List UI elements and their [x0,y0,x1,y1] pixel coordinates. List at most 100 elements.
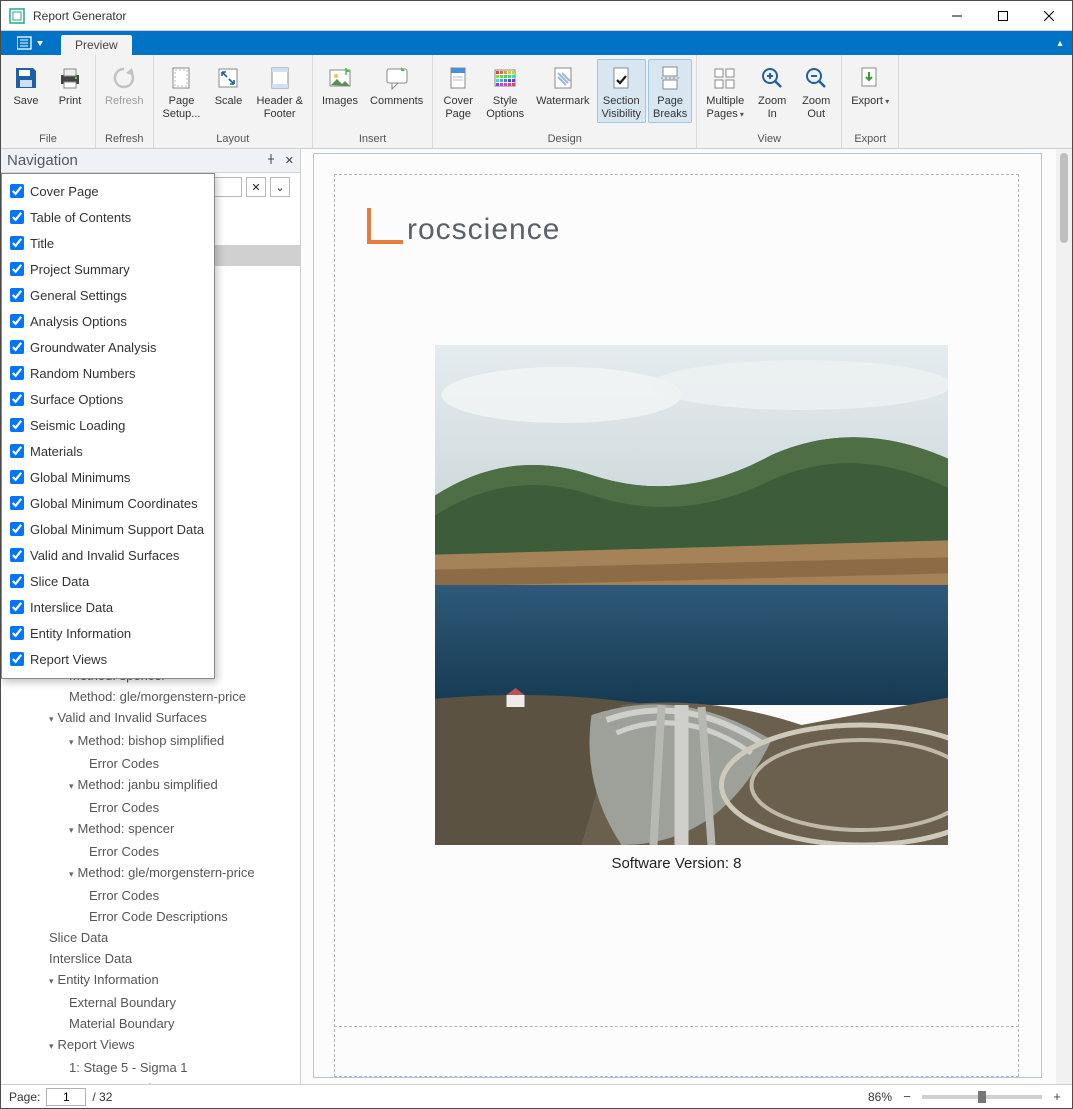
visibility-checkbox[interactable] [10,236,24,250]
collapse-ribbon-icon[interactable]: ▴ [1048,31,1072,55]
visibility-checkbox[interactable] [10,288,24,302]
scale-label: Scale [215,95,243,108]
images-button[interactable]: Images [317,59,363,111]
visibility-checkbox[interactable] [10,574,24,588]
visibility-checkbox[interactable] [10,366,24,380]
visibility-check-item[interactable]: Groundwater Analysis [10,334,204,360]
visibility-checkbox[interactable] [10,626,24,640]
visibility-checkbox[interactable] [10,262,24,276]
nav-tree-item[interactable]: External Boundary [29,992,300,1013]
minimize-button[interactable] [934,1,980,31]
zoom-out-button[interactable]: − [900,1089,914,1104]
nav-tree-item[interactable]: Entity Information [29,969,300,992]
visibility-checkbox[interactable] [10,444,24,458]
nav-tree-item[interactable]: Error Codes [29,885,300,906]
visibility-check-item[interactable]: Interslice Data [10,594,204,620]
visibility-check-item[interactable]: General Settings [10,282,204,308]
visibility-check-label: Cover Page [30,184,99,199]
visibility-check-item[interactable]: Global Minimum Coordinates [10,490,204,516]
zoom-in-button[interactable]: + [1050,1089,1064,1104]
nav-tree-item[interactable]: Method: janbu simplified [29,774,300,797]
visibility-check-item[interactable]: Global Minimums [10,464,204,490]
nav-tree-item[interactable]: Error Codes [29,841,300,862]
maximize-button[interactable] [980,1,1026,31]
save-button[interactable]: Save [5,59,47,111]
file-menu-icon[interactable] [1,31,61,55]
nav-tree-item[interactable]: Error Codes [29,753,300,774]
nav-tree-item[interactable]: 1: Stage 5 - Sigma 1 [29,1057,300,1078]
visibility-checkbox[interactable] [10,522,24,536]
visibility-checkbox[interactable] [10,652,24,666]
nav-tree-item[interactable]: Method: gle/morgenstern-price [29,686,300,707]
window-title: Report Generator [33,9,126,23]
nav-tree-item[interactable]: Valid and Invalid Surfaces [29,707,300,730]
tab-preview[interactable]: Preview [61,35,132,55]
ribbon-group-label: File [1,131,95,148]
visibility-check-item[interactable]: Project Summary [10,256,204,282]
nav-tree-item[interactable]: Error Code Descriptions [29,906,300,927]
visibility-checkbox[interactable] [10,340,24,354]
visibility-check-item[interactable]: Materials [10,438,204,464]
visibility-check-item[interactable]: Slice Data [10,568,204,594]
nav-tree-item[interactable]: Method: bishop simplified [29,730,300,753]
zoom-slider[interactable] [922,1095,1042,1099]
visibility-check-item[interactable]: Seismic Loading [10,412,204,438]
visibility-checkbox[interactable] [10,496,24,510]
visibility-check-item[interactable]: Global Minimum Support Data [10,516,204,542]
multipages-label: MultiplePages ▾ [706,95,744,120]
visibility-checkbox[interactable] [10,548,24,562]
visibility-check-item[interactable]: Entity Information [10,620,204,646]
visibility-check-item[interactable]: Surface Options [10,386,204,412]
save-icon [10,62,42,94]
multipages-button[interactable]: MultiplePages ▾ [701,59,749,123]
visibility-checkbox[interactable] [10,600,24,614]
export-button[interactable]: Export ▾ [846,59,894,111]
headerfooter-button[interactable]: Header &Footer [251,59,307,123]
visibility-checkbox[interactable] [10,184,24,198]
visibility-check-item[interactable]: Random Numbers [10,360,204,386]
pin-icon[interactable] [266,154,277,167]
close-panel-icon[interactable]: ✕ [285,154,294,167]
ribbon-group-label: Design [433,131,696,148]
nav-tree-item[interactable]: Slice Data [29,927,300,948]
visibility-checkbox[interactable] [10,418,24,432]
nav-tree-item[interactable]: Report Views [29,1034,300,1057]
visibility-checkbox[interactable] [10,392,24,406]
pagesetup-button[interactable]: PageSetup... [158,59,206,123]
nav-tree-item[interactable]: Interslice Data [29,948,300,969]
nav-tree-item[interactable]: Error Codes [29,797,300,818]
comments-button[interactable]: Comments [365,59,428,111]
pagebreaks-button[interactable]: PageBreaks [648,59,692,123]
nav-tree-item[interactable]: Method: gle/morgenstern-price [29,862,300,885]
styleoptions-button[interactable]: StyleOptions [481,59,529,123]
visibility-check-item[interactable]: Analysis Options [10,308,204,334]
visibility-checkbox[interactable] [10,314,24,328]
nav-tree-item[interactable]: Method: spencer [29,818,300,841]
pagebreaks-icon [654,62,686,94]
visibility-check-item[interactable]: Title [10,230,204,256]
visibility-check-label: Surface Options [30,392,123,407]
scale-button[interactable]: Scale [207,59,249,111]
zoomout-button[interactable]: ZoomOut [795,59,837,123]
visibility-checkbox[interactable] [10,210,24,224]
visibility-check-item[interactable]: Valid and Invalid Surfaces [10,542,204,568]
section-visibility-menu: Cover Page Table of ContentsTitleProject … [1,173,215,679]
sectionvis-button[interactable]: SectionVisibility [597,59,647,123]
zoomin-button[interactable]: ZoomIn [751,59,793,123]
coverpage-button[interactable]: CoverPage [437,59,479,123]
nav-tree-item[interactable]: 2: Stage 4 - Sigma 1 [29,1078,300,1084]
page-number-input[interactable] [46,1088,86,1106]
navigation-panel: Navigation ✕ ✕ ⌄ esults edd rn-priceesed… [1,149,301,1084]
visibility-check-item[interactable]: Report Views [10,646,204,672]
headerfooter-label: Header &Footer [256,95,302,120]
headerfooter-icon [264,62,296,94]
visibility-checkbox[interactable] [10,470,24,484]
vertical-scrollbar[interactable] [1056,149,1072,1084]
print-button[interactable]: Print [49,59,91,111]
visibility-check-item[interactable]: Cover Page [10,178,204,204]
coverpage-icon [442,62,474,94]
nav-tree-item[interactable]: Material Boundary [29,1013,300,1034]
close-button[interactable] [1026,1,1072,31]
visibility-check-item[interactable]: Table of Contents [10,204,204,230]
watermark-button[interactable]: Watermark [531,59,594,111]
